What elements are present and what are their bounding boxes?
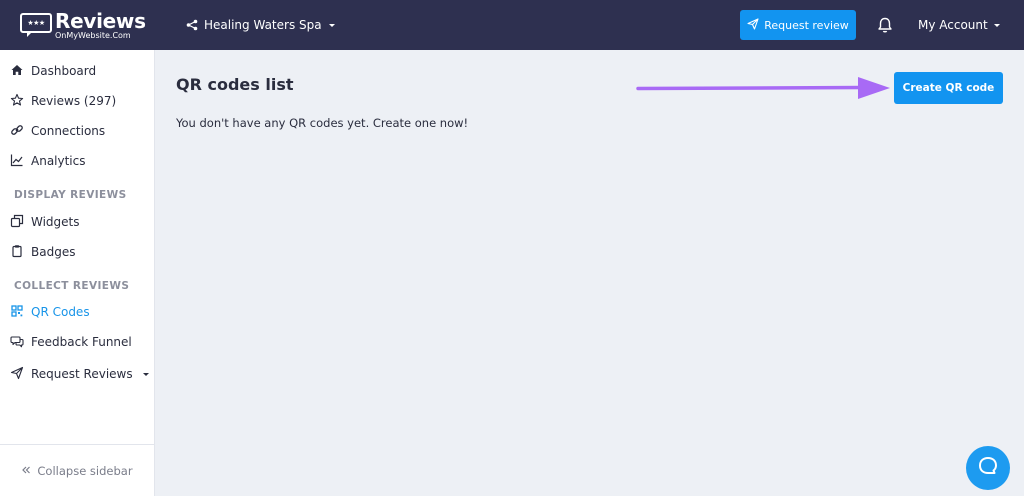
bell-icon[interactable]	[876, 16, 894, 34]
logo-badge: ★★★	[20, 13, 52, 37]
sidebar-item-widgets[interactable]: Widgets	[10, 211, 80, 233]
badge-icon	[10, 244, 24, 261]
sidebar: Dashboard Reviews (297) Connections Anal…	[0, 50, 155, 496]
sidebar-item-dashboard[interactable]: Dashboard	[10, 60, 96, 82]
request-review-label: Request review	[764, 18, 849, 32]
sidebar-item-feedback-funnel[interactable]: Feedback Funnel	[10, 331, 132, 353]
chat-icon	[10, 334, 24, 351]
top-bar: ★★★ Reviews OnMyWebsite.Com Healing Wate…	[0, 0, 1024, 50]
brand-logo[interactable]: ★★★ Reviews OnMyWebsite.Com	[20, 10, 146, 40]
sidebar-item-label: Connections	[31, 124, 106, 138]
logo-subtitle: OnMyWebsite.Com	[55, 31, 131, 40]
sidebar-item-label: Request Reviews	[31, 367, 133, 381]
page-title: QR codes list	[176, 75, 294, 94]
home-icon	[10, 63, 24, 80]
sidebar-item-label: QR Codes	[31, 305, 90, 319]
sidebar-item-connections[interactable]: Connections	[10, 120, 105, 142]
collapse-sidebar-button[interactable]: Collapse sidebar	[0, 444, 154, 496]
sidebar-item-label: Analytics	[31, 154, 86, 168]
create-qr-code-button[interactable]: Create QR code	[894, 72, 1003, 104]
section-label-display-reviews: DISPLAY REVIEWS	[14, 189, 127, 201]
pointer-arrow-icon	[636, 77, 890, 99]
sidebar-item-label: Reviews (297)	[31, 94, 117, 108]
sidebar-item-qr-codes[interactable]: QR Codes	[10, 301, 90, 323]
link-icon	[10, 123, 24, 140]
send-icon	[747, 17, 759, 33]
empty-state-message: You don't have any QR codes yet. Create …	[176, 116, 469, 130]
star-icon	[10, 93, 24, 110]
chevron-down-icon	[142, 367, 150, 381]
chart-icon	[10, 153, 24, 170]
request-review-button[interactable]: Request review	[740, 10, 856, 40]
sidebar-item-label: Badges	[31, 245, 76, 259]
sidebar-item-analytics[interactable]: Analytics	[10, 150, 86, 172]
sidebar-item-label: Widgets	[31, 215, 80, 229]
collapse-sidebar-label: Collapse sidebar	[37, 463, 133, 478]
sidebar-item-request-reviews[interactable]: Request Reviews	[10, 363, 150, 385]
logo-title: Reviews	[55, 9, 146, 33]
location-selector[interactable]: Healing Waters Spa	[186, 0, 336, 50]
sidebar-item-label: Feedback Funnel	[31, 335, 132, 349]
chevron-down-icon	[993, 18, 1001, 32]
chat-bubble-icon	[977, 455, 999, 481]
send-icon	[10, 366, 24, 383]
sidebar-item-reviews[interactable]: Reviews (297)	[10, 90, 116, 112]
sidebar-item-label: Dashboard	[31, 64, 97, 78]
section-label-collect-reviews: COLLECT REVIEWS	[14, 280, 130, 292]
help-chat-button[interactable]	[966, 446, 1010, 490]
account-label: My Account	[918, 18, 988, 32]
widgets-icon	[10, 214, 24, 231]
double-chevron-left-icon	[21, 464, 31, 478]
location-name: Healing Waters Spa	[204, 18, 322, 32]
chevron-down-icon	[328, 21, 336, 29]
qr-icon	[10, 304, 24, 321]
share-icon	[186, 19, 198, 31]
sidebar-item-badges[interactable]: Badges	[10, 241, 75, 263]
account-menu[interactable]: My Account	[918, 0, 1001, 50]
